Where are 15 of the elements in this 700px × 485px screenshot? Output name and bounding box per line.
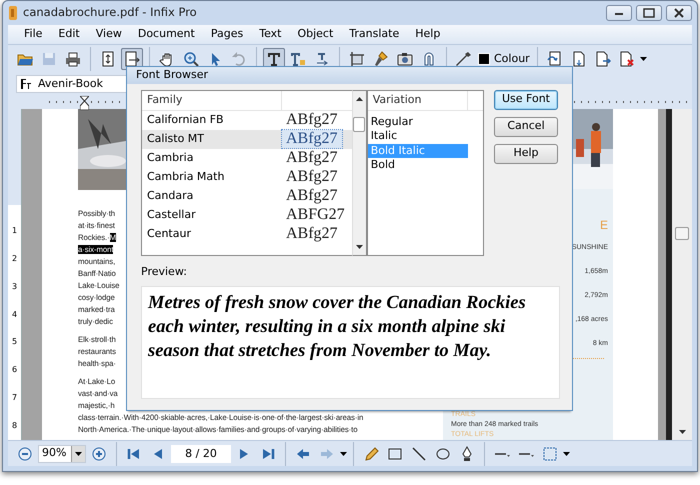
ruler-number: 8: [12, 420, 18, 432]
ruler-number: 7: [12, 392, 18, 404]
window-title: canadabrochure.pdf - Infix Pro: [23, 4, 197, 22]
ruler-number: 5: [12, 336, 18, 348]
column-header: Variation: [368, 90, 468, 110]
preview-label: Preview:: [141, 264, 188, 280]
ruler-number: 3: [12, 280, 18, 293]
column-header: Family: [142, 90, 282, 110]
ruler-number: 1: [12, 224, 18, 237]
section-heading: E: [600, 217, 608, 234]
preview-text: Metres of fresh snow cover the Canadian Rockies each winter, resulting in a six month alpine ski season that stretches from November to May.: [148, 292, 527, 363]
ruler-number: 6: [12, 364, 18, 376]
dialog-title: Font Browser: [136, 67, 208, 83]
ruler-number: 2: [12, 252, 18, 265]
ruler-number: 4: [12, 308, 18, 321]
